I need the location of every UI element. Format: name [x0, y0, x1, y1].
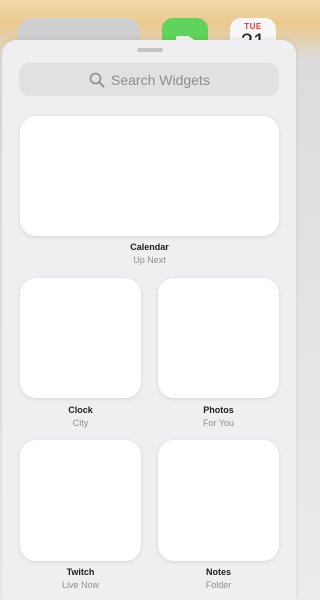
widget-subtitle: For You — [202, 418, 235, 428]
widget-subtitle: Live Now — [61, 580, 99, 590]
widget-title: Photos — [203, 405, 234, 415]
sheet-grabber-handle[interactable] — [137, 48, 163, 52]
widget-gallery-sheet: Search Widgets Calendar Up Next Clock Ci… — [2, 40, 296, 600]
widget-preview-clock[interactable] — [20, 278, 141, 398]
widget-title: Twitch — [66, 567, 95, 577]
widget-preview-twitch[interactable] — [20, 440, 141, 561]
widget-subtitle: Folder — [205, 580, 232, 590]
search-icon — [89, 72, 105, 87]
widget-label-calendar: Calendar Up Next — [20, 242, 279, 265]
widget-label-twitch: Twitch Live Now — [20, 567, 141, 590]
widget-label-clock: Clock City — [20, 405, 141, 428]
widget-title: Clock — [68, 405, 93, 415]
widget-subtitle: Up Next — [133, 255, 166, 265]
widget-title: Notes — [205, 567, 231, 577]
widget-preview-photos[interactable] — [158, 278, 279, 398]
widget-subtitle: City — [72, 418, 89, 428]
widget-preview-calendar[interactable] — [20, 116, 279, 236]
widget-label-photos: Photos For You — [158, 405, 279, 428]
widget-label-notes: Notes Folder — [158, 567, 279, 590]
search-placeholder: Search Widgets — [111, 71, 210, 88]
widget-title: Calendar — [130, 242, 169, 252]
widget-preview-notes[interactable] — [158, 440, 279, 561]
search-widgets-field[interactable]: Search Widgets — [19, 63, 279, 96]
